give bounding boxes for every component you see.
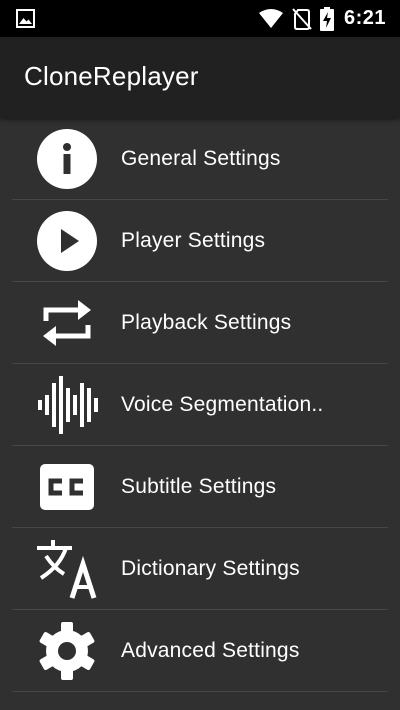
settings-item-label: Advanced Settings bbox=[121, 639, 300, 662]
app-title: CloneReplayer bbox=[24, 61, 199, 91]
app-bar: CloneReplayer bbox=[0, 37, 400, 118]
settings-item-label: Dictionary Settings bbox=[121, 557, 300, 580]
closed-caption-icon bbox=[36, 456, 98, 518]
settings-item-subtitle[interactable]: Subtitle Settings bbox=[12, 446, 388, 528]
image-icon bbox=[16, 9, 35, 28]
settings-item-general[interactable]: General Settings bbox=[12, 118, 388, 200]
translate-icon bbox=[36, 538, 98, 600]
settings-item-playback[interactable]: Playback Settings bbox=[12, 282, 388, 364]
status-time: 6:21 bbox=[343, 7, 386, 29]
play-icon bbox=[36, 210, 98, 272]
settings-item-label: General Settings bbox=[121, 147, 281, 170]
gear-icon bbox=[36, 620, 98, 682]
settings-item-label: Playback Settings bbox=[121, 311, 292, 334]
no-sim-icon bbox=[292, 7, 312, 30]
settings-item-label: Voice Segmentation.. bbox=[121, 393, 324, 416]
settings-item-advanced[interactable]: Advanced Settings bbox=[12, 610, 388, 692]
status-bar: 6:21 bbox=[0, 0, 400, 37]
settings-item-label: Subtitle Settings bbox=[121, 475, 277, 498]
settings-item-player[interactable]: Player Settings bbox=[12, 200, 388, 282]
info-icon bbox=[36, 128, 98, 190]
settings-item-voice-segmentation[interactable]: Voice Segmentation.. bbox=[12, 364, 388, 446]
settings-item-dictionary[interactable]: Dictionary Settings bbox=[12, 528, 388, 610]
repeat-icon bbox=[36, 292, 98, 354]
settings-item-label: Player Settings bbox=[121, 229, 266, 252]
settings-list: General Settings Player Settings Playbac… bbox=[0, 118, 400, 692]
voice-waveform-icon bbox=[36, 374, 98, 436]
battery-charging-icon bbox=[319, 6, 334, 31]
wifi-icon bbox=[258, 8, 284, 29]
